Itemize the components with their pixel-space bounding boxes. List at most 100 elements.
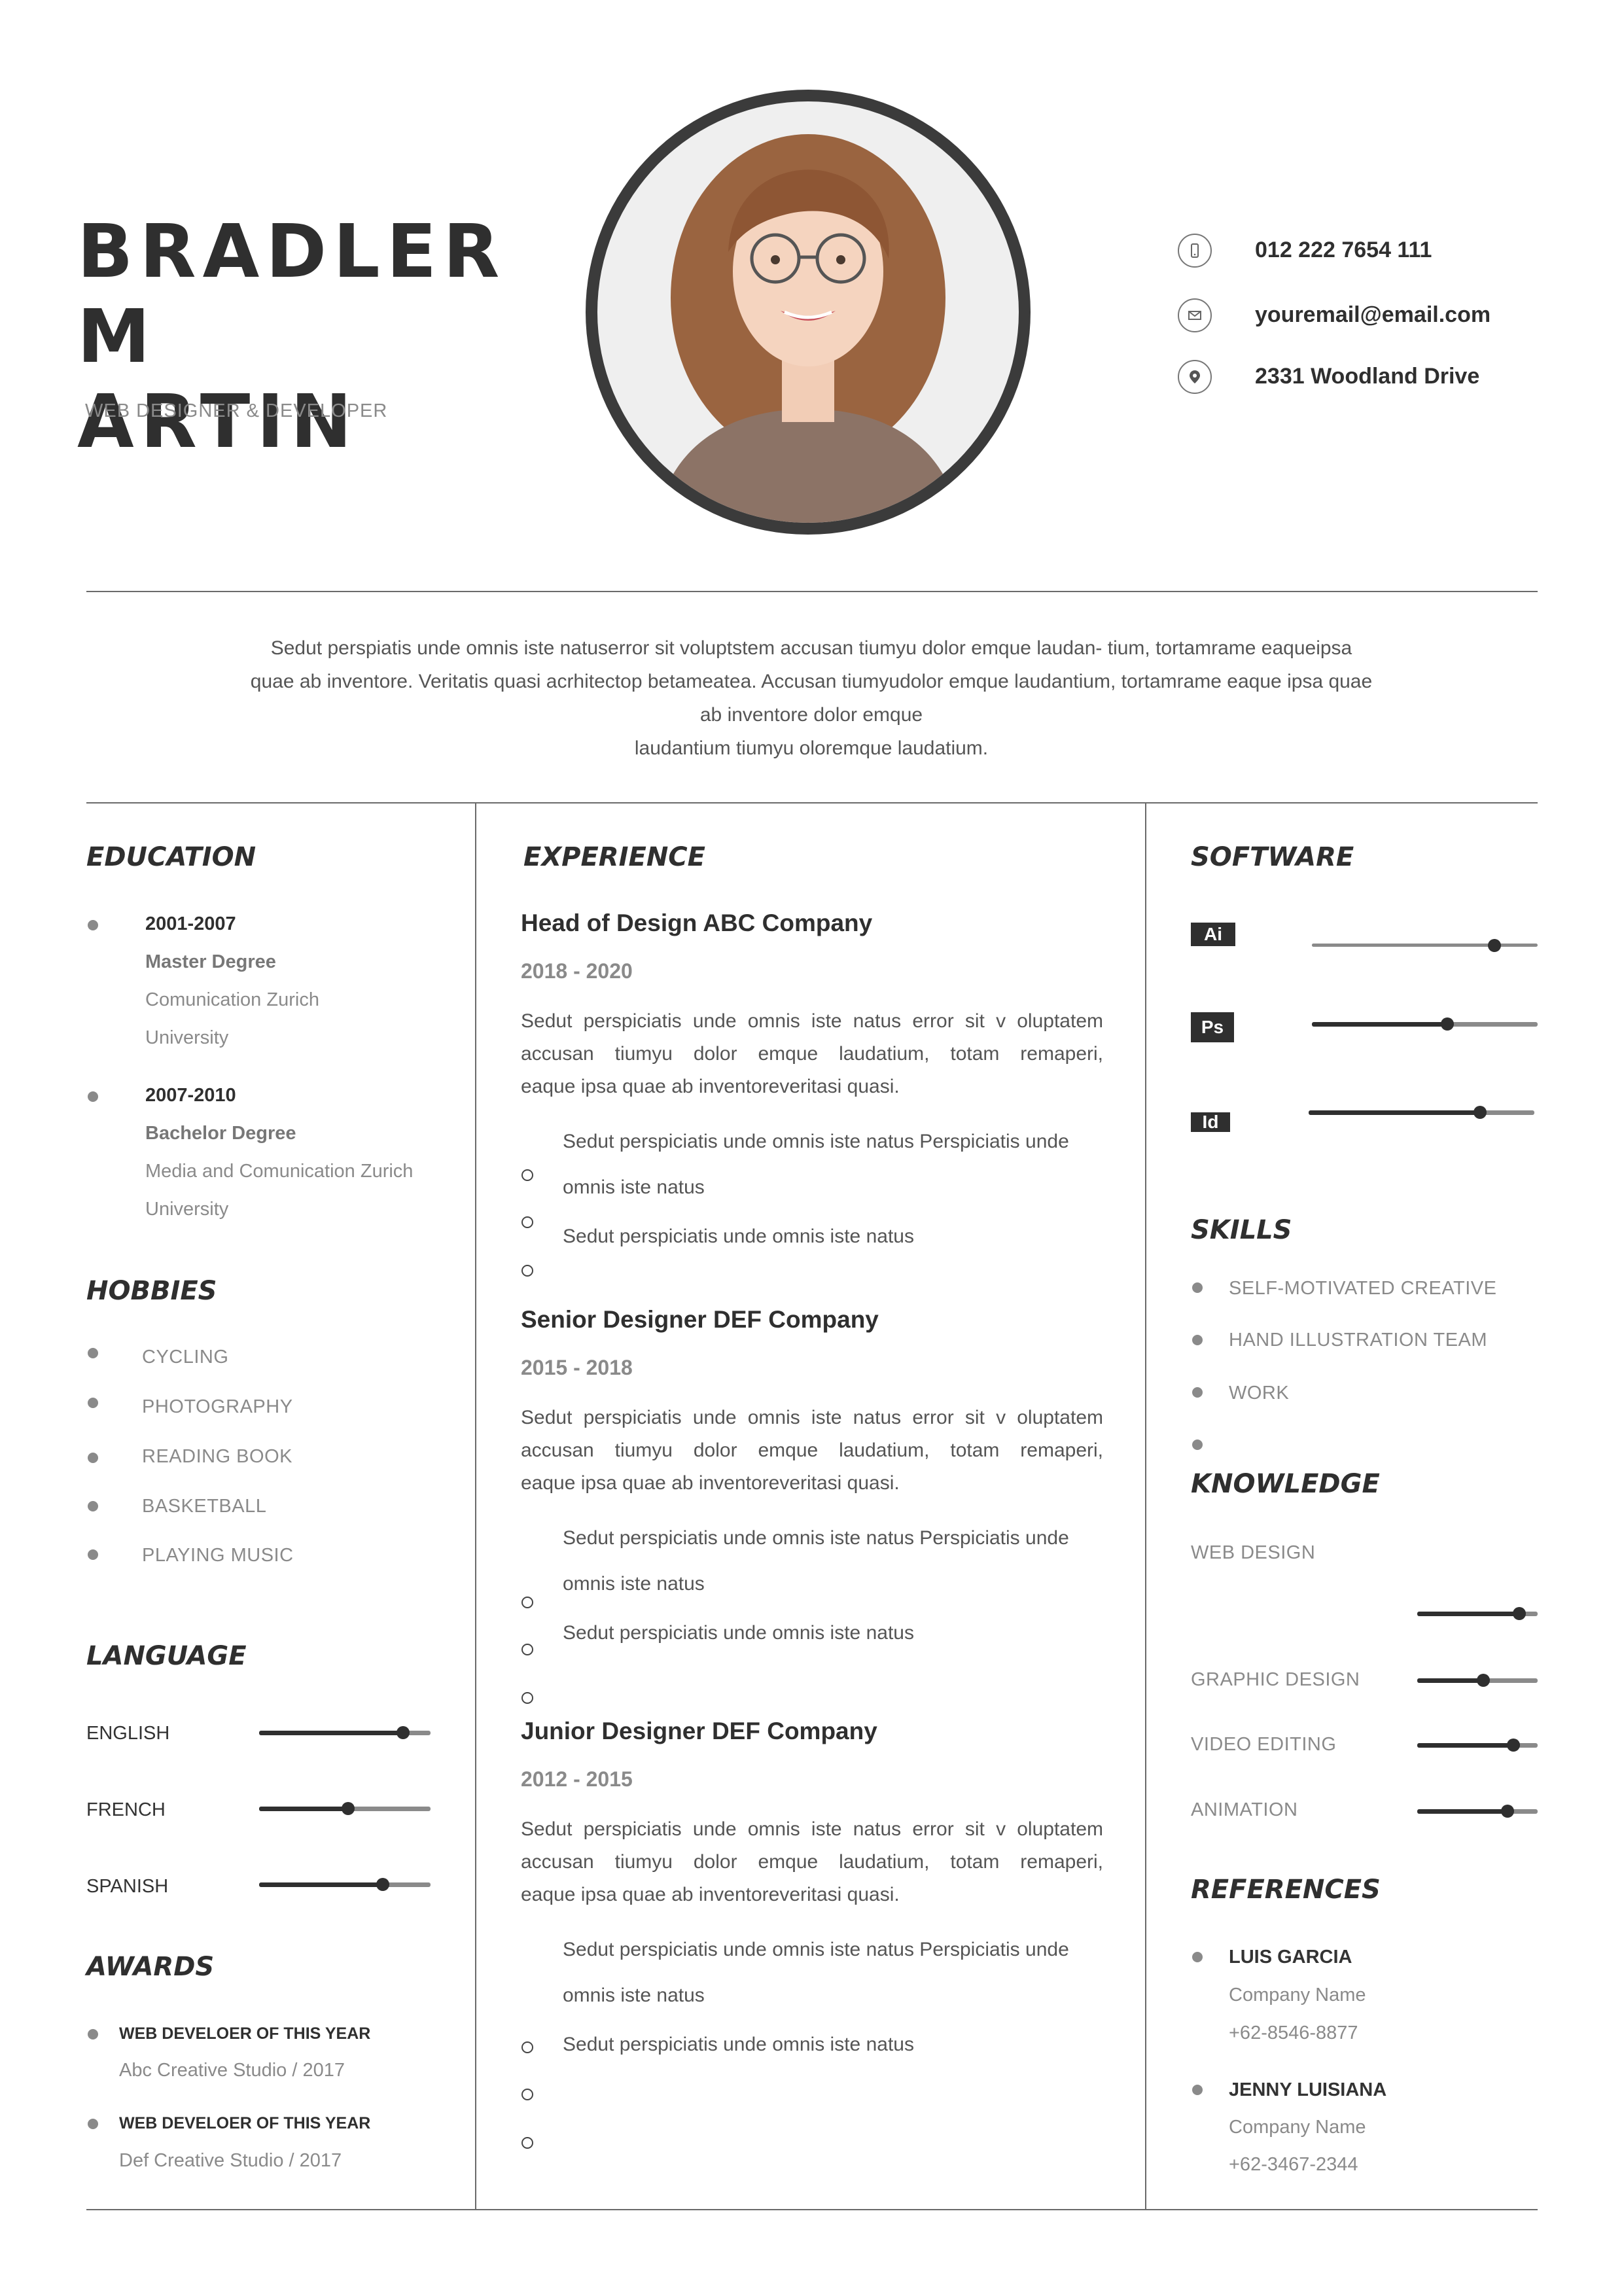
bullet-dot — [1192, 1282, 1203, 1293]
job-description-line: Sedut perspiciatis unde omnis iste natus… — [521, 1407, 1103, 1428]
job-description-line: eaque ipsa quae ab inventoreveritasi qua… — [521, 1472, 900, 1494]
job-bullet-text: Sedut perspiciatis unde omnis iste natus — [563, 2034, 914, 2055]
hobbies-title: HOBBIES — [86, 1276, 217, 1306]
circle-bullet-icon — [521, 1265, 533, 1277]
job-bullet-text: omnis iste natus — [563, 1985, 705, 2006]
photoshop-badge: Ps — [1191, 1012, 1234, 1042]
phone-icon — [1178, 234, 1212, 268]
bottom-divider — [86, 2209, 1538, 2210]
job-years: 2018 - 2020 — [521, 959, 633, 983]
profile-summary: Sedut perspiatis unde omnis iste natuser… — [236, 631, 1387, 765]
bullet-dot — [1192, 1952, 1203, 1962]
circle-bullet-icon — [521, 2089, 533, 2100]
circle-bullet-icon — [521, 1692, 533, 1704]
software-level-bar — [1312, 939, 1538, 952]
language-level-bar — [259, 1802, 431, 1815]
language-level-bar — [259, 1726, 431, 1739]
summary-line: laudantium tiumyu oloremque laudatium. — [634, 737, 989, 759]
language-level-bar — [259, 1878, 431, 1891]
award-title: WEB DEVELOER OF THIS YEAR — [119, 2024, 371, 2043]
award-title: WEB DEVELOER OF THIS YEAR — [119, 2114, 371, 2132]
skill-item: WORK — [1229, 1383, 1290, 1404]
profile-photo — [597, 101, 1019, 523]
hobby-item: PHOTOGRAPHY — [142, 1396, 293, 1417]
job-bullet-text: Sedut perspiciatis unde omnis iste natus — [563, 1226, 914, 1247]
knowledge-level-bar — [1417, 1805, 1538, 1818]
job-description-line: accusan tiumyu dolor emque laudatium, to… — [521, 1043, 1103, 1065]
job-description: Sedut perspiciatis unde omnis iste natus… — [521, 1813, 1103, 1911]
knowledge-title: KNOWLEDGE — [1191, 1469, 1380, 1499]
job-description-line: Sedut perspiciatis unde omnis iste natus… — [521, 1010, 1103, 1032]
indesign-badge: Id — [1191, 1112, 1230, 1132]
bullet-dot — [88, 920, 98, 930]
candidate-name: BRADLER M ARTIN — [77, 209, 535, 465]
contact-phone: 012 222 7654 111 — [1178, 234, 1597, 273]
job-bullet-text: Sedut perspiciatis unde omnis iste natus — [563, 1622, 914, 1644]
name-line-2: ARTIN — [77, 380, 359, 465]
location-pin-icon — [1178, 360, 1212, 394]
reference-company: Company Name — [1229, 2117, 1366, 2138]
bullet-dot — [88, 2029, 98, 2040]
job-description-line: Sedut perspiciatis unde omnis iste natus… — [521, 1818, 1103, 1840]
circle-bullet-icon — [521, 1216, 533, 1228]
bullet-dot — [88, 1348, 98, 1358]
job-bullet-text: Sedut perspiciatis unde omnis iste natus… — [563, 1939, 1069, 1960]
bullet-dot — [88, 1549, 98, 1560]
hobby-item: CYCLING — [142, 1347, 229, 1368]
bullet-dot — [88, 1091, 98, 1102]
circle-bullet-icon — [521, 2137, 533, 2149]
award-detail: Abc Creative Studio / 2017 — [119, 2060, 345, 2081]
summary-line: Sedut perspiatis unde omnis iste natuser… — [270, 637, 1352, 659]
skill-item: HAND ILLUSTRATION TEAM — [1229, 1330, 1488, 1351]
bullet-dot — [1192, 1439, 1203, 1450]
knowledge-name: WEB DESIGN — [1191, 1542, 1316, 1563]
circle-bullet-icon — [521, 1597, 533, 1608]
award-detail: Def Creative Studio / 2017 — [119, 2150, 342, 2171]
job-title: Head of Design ABC Company — [521, 910, 873, 936]
bullet-dot — [1192, 1387, 1203, 1398]
summary-line: ab inventore dolor emque — [699, 704, 923, 726]
job-bullet-text: omnis iste natus — [563, 1176, 705, 1198]
knowledge-level-bar — [1417, 1674, 1538, 1687]
skill-item: SELF-MOTIVATED CREATIVE — [1229, 1278, 1497, 1299]
reference-phone: +62-8546-8877 — [1229, 2022, 1358, 2043]
education-school: University — [145, 1199, 229, 1220]
reference-name: LUIS GARCIA — [1229, 1947, 1352, 1968]
columns-top-divider — [86, 802, 1538, 804]
job-description-line: eaque ipsa quae ab inventoreveritasi qua… — [521, 1884, 900, 1905]
education-years: 2001-2007 — [145, 913, 236, 934]
software-title: SOFTWARE — [1191, 842, 1354, 872]
job-title: Junior Designer DEF Company — [521, 1718, 877, 1744]
mail-icon — [1178, 298, 1212, 332]
knowledge-name: GRAPHIC DESIGN — [1191, 1669, 1360, 1690]
bullet-dot — [1192, 2085, 1203, 2095]
knowledge-name: VIDEO EDITING — [1191, 1734, 1337, 1755]
language-name: FRENCH — [86, 1799, 166, 1820]
experience-title: EXPERIENCE — [523, 842, 705, 872]
hobby-item: PLAYING MUSIC — [142, 1545, 294, 1566]
job-title: Senior Designer DEF Company — [521, 1306, 879, 1333]
bullet-dot — [88, 2119, 98, 2129]
circle-bullet-icon — [521, 2041, 533, 2053]
hobby-item: BASKETBALL — [142, 1496, 267, 1517]
education-school: University — [145, 1027, 229, 1048]
job-bullet-text: Sedut perspiciatis unde omnis iste natus… — [563, 1527, 1069, 1549]
knowledge-level-bar — [1417, 1739, 1538, 1752]
knowledge-name: ANIMATION — [1191, 1799, 1298, 1820]
job-years: 2012 - 2015 — [521, 1767, 633, 1791]
language-name: SPANISH — [86, 1876, 169, 1897]
contact-address: 2331 Woodland Drive — [1178, 360, 1597, 399]
column-divider-left — [475, 802, 476, 2210]
summary-line: quae ab inventore. Veritatis quasi acrhi… — [250, 671, 1373, 692]
circle-bullet-icon — [521, 1644, 533, 1655]
education-degree: Master Degree — [145, 951, 276, 972]
references-title: REFERENCES — [1191, 1875, 1381, 1905]
job-bullet-text: Sedut perspiciatis unde omnis iste natus… — [563, 1131, 1069, 1152]
education-school: Media and Comunication Zurich — [145, 1161, 414, 1182]
circle-bullet-icon — [521, 1169, 533, 1181]
bullet-dot — [1192, 1335, 1203, 1345]
email-text: youremail@email.com — [1255, 302, 1491, 327]
illustrator-badge: Ai — [1191, 923, 1235, 946]
education-degree: Bachelor Degree — [145, 1123, 296, 1144]
awards-title: AWARDS — [86, 1952, 215, 1982]
